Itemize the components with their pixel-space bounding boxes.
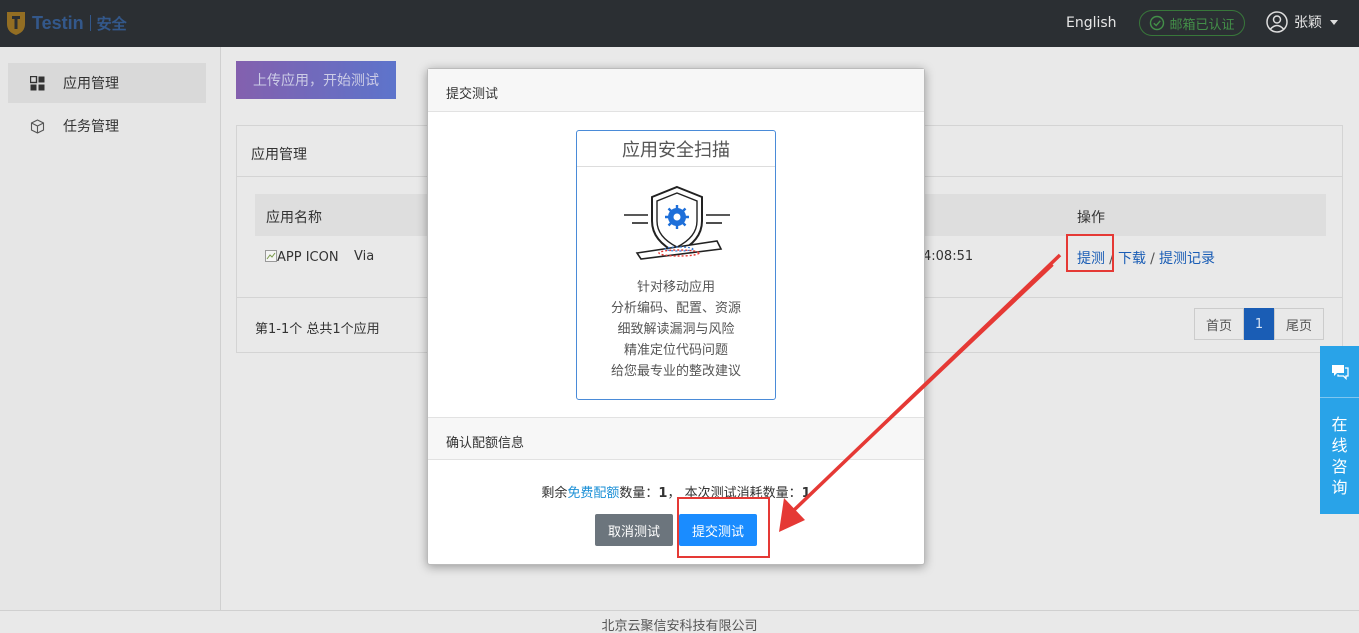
consult-label: 在线咨询 [1320, 398, 1359, 498]
quota-mid: 数量： [619, 486, 659, 501]
annotation-box-test-link [1066, 234, 1114, 272]
cancel-test-button[interactable]: 取消测试 [595, 514, 673, 546]
consult-icon-area [1320, 346, 1359, 398]
card-line: 分析编码、配置、资源 [610, 301, 741, 316]
quota-prefix: 剩余 [541, 486, 568, 501]
card-line: 精准定位代码问题 [623, 343, 728, 358]
chat-bubble-icon [1331, 364, 1349, 380]
card-description: 针对移动应用 分析编码、配置、资源 细致解读漏洞与风险 精准定位代码问题 给您最… [577, 277, 775, 382]
quota-cost: 1 [801, 486, 811, 501]
confirm-quota-title: 确认配额信息 [428, 417, 924, 460]
submit-test-dialog: 提交测试 应用安全扫描 针对移动应用 分析编码、配置、资源 细致解读漏洞与风险 … [427, 68, 925, 565]
quota-info: 剩余免费配额数量：1， 本次测试消耗数量：1 [428, 482, 924, 501]
dialog-title: 提交测试 [428, 69, 924, 112]
free-quota-highlight: 免费配额 [567, 486, 620, 501]
online-consult-widget[interactable]: 在线咨询 [1320, 346, 1359, 514]
annotation-box-submit [677, 497, 770, 558]
card-line: 给您最专业的整改建议 [610, 364, 741, 379]
consult-text: 在线咨询 [1331, 415, 1348, 497]
card-line: 细致解读漏洞与风险 [617, 322, 735, 337]
security-scan-card[interactable]: 应用安全扫描 针对移动应用 分析编码、配置、资源 细致解读漏洞与风险 精准定位代… [576, 130, 776, 400]
card-line: 针对移动应用 [636, 280, 715, 295]
card-title: 应用安全扫描 [577, 131, 775, 167]
shield-scan-icon [624, 185, 730, 260]
